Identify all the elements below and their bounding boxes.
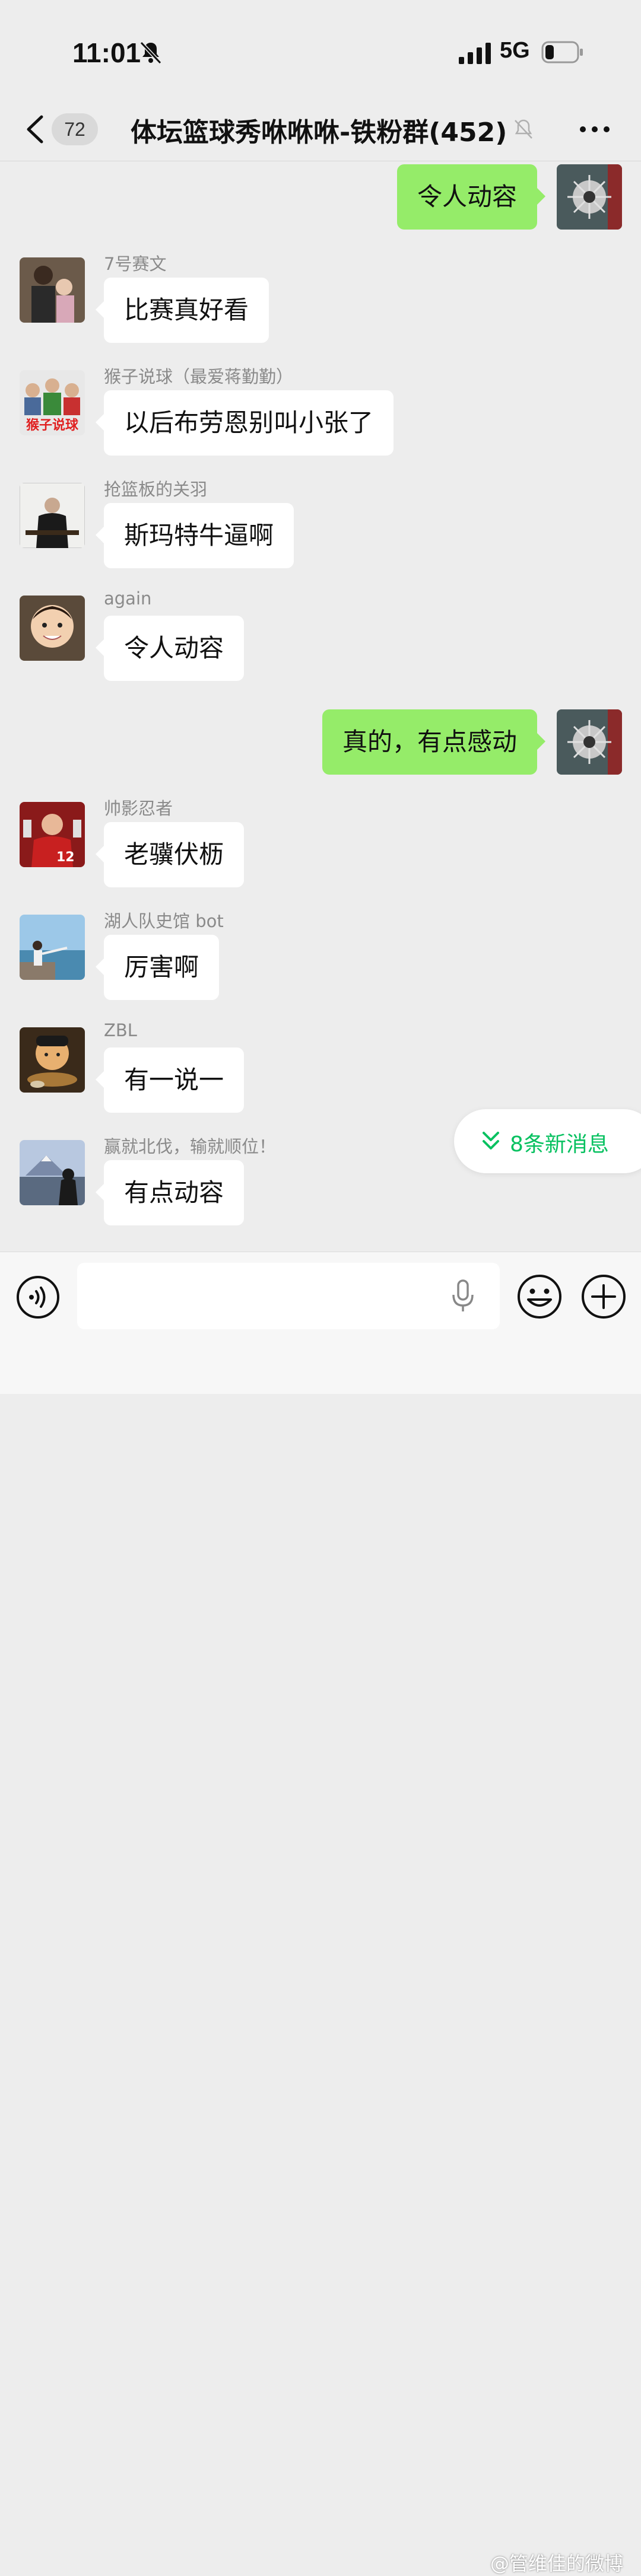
status-time: 11:01 bbox=[72, 37, 141, 68]
avatar[interactable] bbox=[20, 915, 85, 980]
avatar-self[interactable] bbox=[557, 164, 622, 230]
unread-count-badge[interactable]: 72 bbox=[52, 113, 98, 145]
back-button[interactable] bbox=[21, 109, 51, 150]
message-bubble[interactable]: 有一说一 bbox=[95, 1047, 245, 1113]
sender-name: 抢篮板的关羽 bbox=[104, 479, 208, 499]
cell-signal-icon bbox=[459, 43, 491, 64]
sender-name: 赢就北伐，输就顺位！ bbox=[104, 1136, 277, 1157]
microphone-icon[interactable] bbox=[451, 1279, 475, 1313]
more-options-button[interactable] bbox=[577, 116, 613, 143]
watermark: @管维佳的微博 bbox=[490, 2552, 624, 2575]
new-messages-button[interactable]: 8条新消息 bbox=[454, 1109, 641, 1173]
input-bar: @管维佳的微博 bbox=[0, 1252, 641, 2575]
battery-icon bbox=[541, 41, 583, 63]
sender-name: ZBL bbox=[104, 1020, 137, 1040]
svg-text:12: 12 bbox=[56, 850, 75, 865]
message-bubble[interactable]: 斯玛特牛逼啊 bbox=[95, 503, 294, 568]
avatar[interactable] bbox=[20, 483, 85, 548]
message-bubble-outgoing[interactable]: 令人动容 bbox=[396, 164, 546, 230]
status-bar: 11:01 5G bbox=[0, 0, 641, 98]
avatar-self[interactable] bbox=[557, 709, 622, 775]
network-type: 5G bbox=[500, 38, 530, 63]
voice-mode-button[interactable] bbox=[15, 1275, 61, 1320]
avatar[interactable] bbox=[20, 257, 85, 323]
avatar[interactable] bbox=[20, 1140, 85, 1205]
chat-header: 72 体坛篮球秀咻咻咻-铁粉群(452) bbox=[0, 98, 641, 161]
avatar[interactable]: 猴子说球 bbox=[20, 370, 85, 435]
sender-name: 湖人队史馆 bot bbox=[104, 911, 224, 931]
message-bubble[interactable]: 老骥伏枥 bbox=[95, 822, 245, 887]
message-bubble[interactable]: 有点动容 bbox=[95, 1160, 245, 1225]
message-list[interactable]: 令人动容 7号赛文 比赛真好看 猴子说球 猴子说球（最爱蒋勤勤） 以后布劳恩别叫… bbox=[0, 161, 641, 1252]
message-input[interactable] bbox=[77, 1263, 500, 1329]
message-bubble[interactable]: 以后布劳恩别叫小张了 bbox=[95, 390, 394, 456]
avatar[interactable] bbox=[20, 596, 85, 661]
double-chevron-down-icon bbox=[483, 1132, 499, 1150]
bell-muted-icon bbox=[515, 119, 532, 139]
sender-name: 帅影忍者 bbox=[104, 798, 173, 819]
new-messages-label: 8条新消息 bbox=[510, 1132, 609, 1157]
sender-name: 猴子说球（最爱蒋勤勤） bbox=[104, 367, 294, 387]
emoji-button[interactable] bbox=[516, 1273, 563, 1320]
bell-muted-icon bbox=[139, 41, 162, 65]
sender-name: again bbox=[104, 588, 152, 609]
avatar[interactable] bbox=[20, 1027, 85, 1093]
avatar[interactable]: 12 bbox=[20, 802, 85, 867]
chat-title: 体坛篮球秀咻咻咻-铁粉群(452) bbox=[131, 117, 507, 148]
message-bubble-outgoing[interactable]: 真的，有点感动 bbox=[322, 709, 546, 775]
message-bubble[interactable]: 比赛真好看 bbox=[95, 278, 269, 343]
sender-name: 7号赛文 bbox=[104, 254, 167, 274]
more-actions-button[interactable] bbox=[580, 1273, 627, 1320]
message-bubble[interactable]: 厉害啊 bbox=[95, 935, 220, 1000]
avatar-caption: 猴子说球 bbox=[26, 418, 79, 433]
message-bubble[interactable]: 令人动容 bbox=[95, 616, 245, 681]
